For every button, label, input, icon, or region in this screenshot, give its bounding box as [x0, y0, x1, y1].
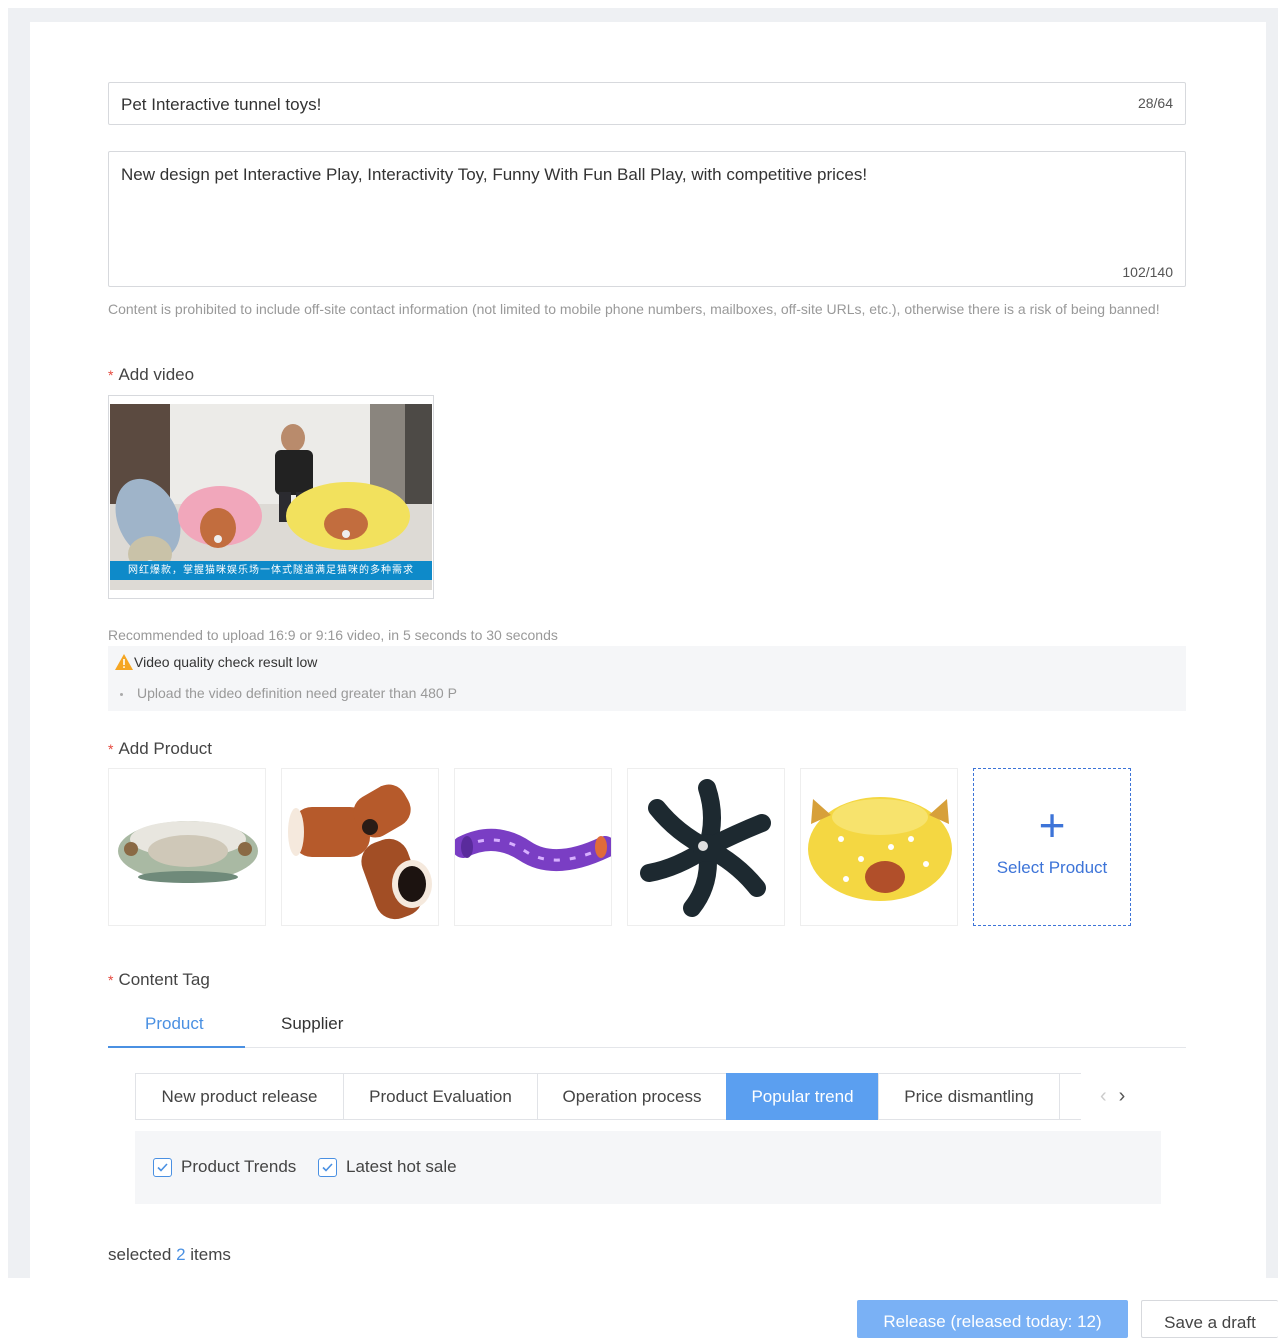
title-char-counter: 28/64	[1137, 95, 1173, 111]
select-product-button[interactable]: + Select Product	[973, 768, 1131, 926]
release-button[interactable]: Release (released today: 12)	[857, 1300, 1128, 1338]
warning-title: Video quality check result low	[115, 654, 317, 670]
content-tag-tabs: Product Supplier	[108, 1004, 1186, 1048]
sub-tag-panel: Product Trends Latest hot sale	[135, 1131, 1161, 1204]
tag-product-evaluation[interactable]: Product Evaluation	[343, 1073, 537, 1120]
checkbox-checked-icon[interactable]	[318, 1157, 337, 1177]
add-video-label: * Add video	[108, 365, 194, 385]
tag-overflow-edge	[1059, 1073, 1081, 1120]
tag-operation-process[interactable]: Operation process	[537, 1073, 726, 1120]
plus-icon: +	[1038, 799, 1066, 851]
warning-item-text: Upload the video definition need greater…	[137, 685, 457, 701]
required-asterisk: *	[108, 741, 114, 757]
selected-suffix: items	[190, 1245, 231, 1264]
active-tab-indicator	[108, 1046, 245, 1048]
product-tile-5[interactable]	[800, 768, 958, 926]
selected-count: 2	[176, 1245, 186, 1264]
save-draft-button[interactable]: Save a draft	[1141, 1300, 1278, 1338]
video-caption-banner: 网红爆款，掌握猫咪娱乐场一体式隧道满足猫咪的多种需求	[110, 561, 432, 580]
add-product-label-text: Add Product	[118, 739, 213, 758]
description-char-counter: 102/140	[1122, 264, 1173, 280]
product-tile-3[interactable]	[454, 768, 612, 926]
tag-new-product-release[interactable]: New product release	[135, 1073, 343, 1120]
bullet-icon	[120, 692, 123, 696]
description-value: New design pet Interactive Play, Interac…	[121, 165, 868, 184]
chevron-right-icon[interactable]: ›	[1119, 1085, 1126, 1108]
title-input-value: Pet Interactive tunnel toys!	[121, 95, 322, 114]
tag-price-dismantling[interactable]: Price dismantling	[878, 1073, 1059, 1120]
description-textarea[interactable]: New design pet Interactive Play, Interac…	[108, 151, 1186, 287]
chevron-left-icon[interactable]: ‹	[1100, 1085, 1107, 1108]
tab-product[interactable]: Product	[145, 1014, 204, 1034]
required-asterisk: *	[108, 367, 114, 383]
content-notice: Content is prohibited to include off-sit…	[108, 301, 1160, 317]
checkbox-label: Product Trends	[181, 1157, 297, 1176]
yellow-polka-dot-bed-image	[808, 797, 952, 901]
warning-title-text: Video quality check result low	[134, 654, 318, 670]
add-product-label: * Add Product	[108, 739, 212, 759]
content-tag-label-text: Content Tag	[118, 970, 210, 989]
product-tile-1[interactable]	[108, 768, 266, 926]
warning-icon	[115, 654, 133, 670]
add-video-label-text: Add video	[118, 365, 195, 384]
content-tag-label: * Content Tag	[108, 970, 210, 990]
y-shaped-brown-tunnel-image	[288, 784, 432, 920]
tag-scroll-arrows: ‹ ›	[1100, 1085, 1137, 1108]
product-tile-2[interactable]	[281, 768, 439, 926]
selected-prefix: selected	[108, 1245, 172, 1264]
video-upload-box[interactable]: 网红爆款，掌握猫咪娱乐场一体式隧道满足猫咪的多种需求	[108, 395, 434, 599]
checkbox-product-trends[interactable]: Product Trends	[153, 1157, 296, 1177]
selected-count-text: selected 2 items	[108, 1245, 231, 1265]
tag-category-bar: New product release Product Evaluation O…	[135, 1073, 1081, 1120]
video-thumbnail[interactable]: 网红爆款，掌握猫咪娱乐场一体式隧道满足猫咪的多种需求	[110, 404, 432, 590]
select-product-label: Select Product	[996, 858, 1108, 877]
round-cat-bed-image	[118, 821, 258, 883]
warning-list-item: Upload the video definition need greater…	[120, 685, 457, 701]
checkbox-checked-icon[interactable]	[153, 1157, 172, 1177]
product-tile-4[interactable]	[627, 768, 785, 926]
title-input[interactable]: Pet Interactive tunnel toys! 28/64	[108, 82, 1186, 125]
purple-crinkle-tunnel-image	[455, 828, 611, 871]
checkbox-latest-hot-sale[interactable]: Latest hot sale	[318, 1157, 457, 1177]
tab-supplier[interactable]: Supplier	[281, 1014, 343, 1034]
video-quality-warning: Video quality check result low Upload th…	[108, 646, 1186, 711]
checkmark-icon	[157, 1162, 168, 1172]
checkmark-icon	[322, 1162, 333, 1172]
tag-popular-trend[interactable]: Popular trend	[726, 1073, 878, 1120]
video-hint: Recommended to upload 16:9 or 9:16 video…	[108, 627, 558, 643]
checkbox-label: Latest hot sale	[346, 1157, 457, 1176]
required-asterisk: *	[108, 972, 114, 988]
star-shaped-black-tunnel-image	[640, 779, 771, 917]
